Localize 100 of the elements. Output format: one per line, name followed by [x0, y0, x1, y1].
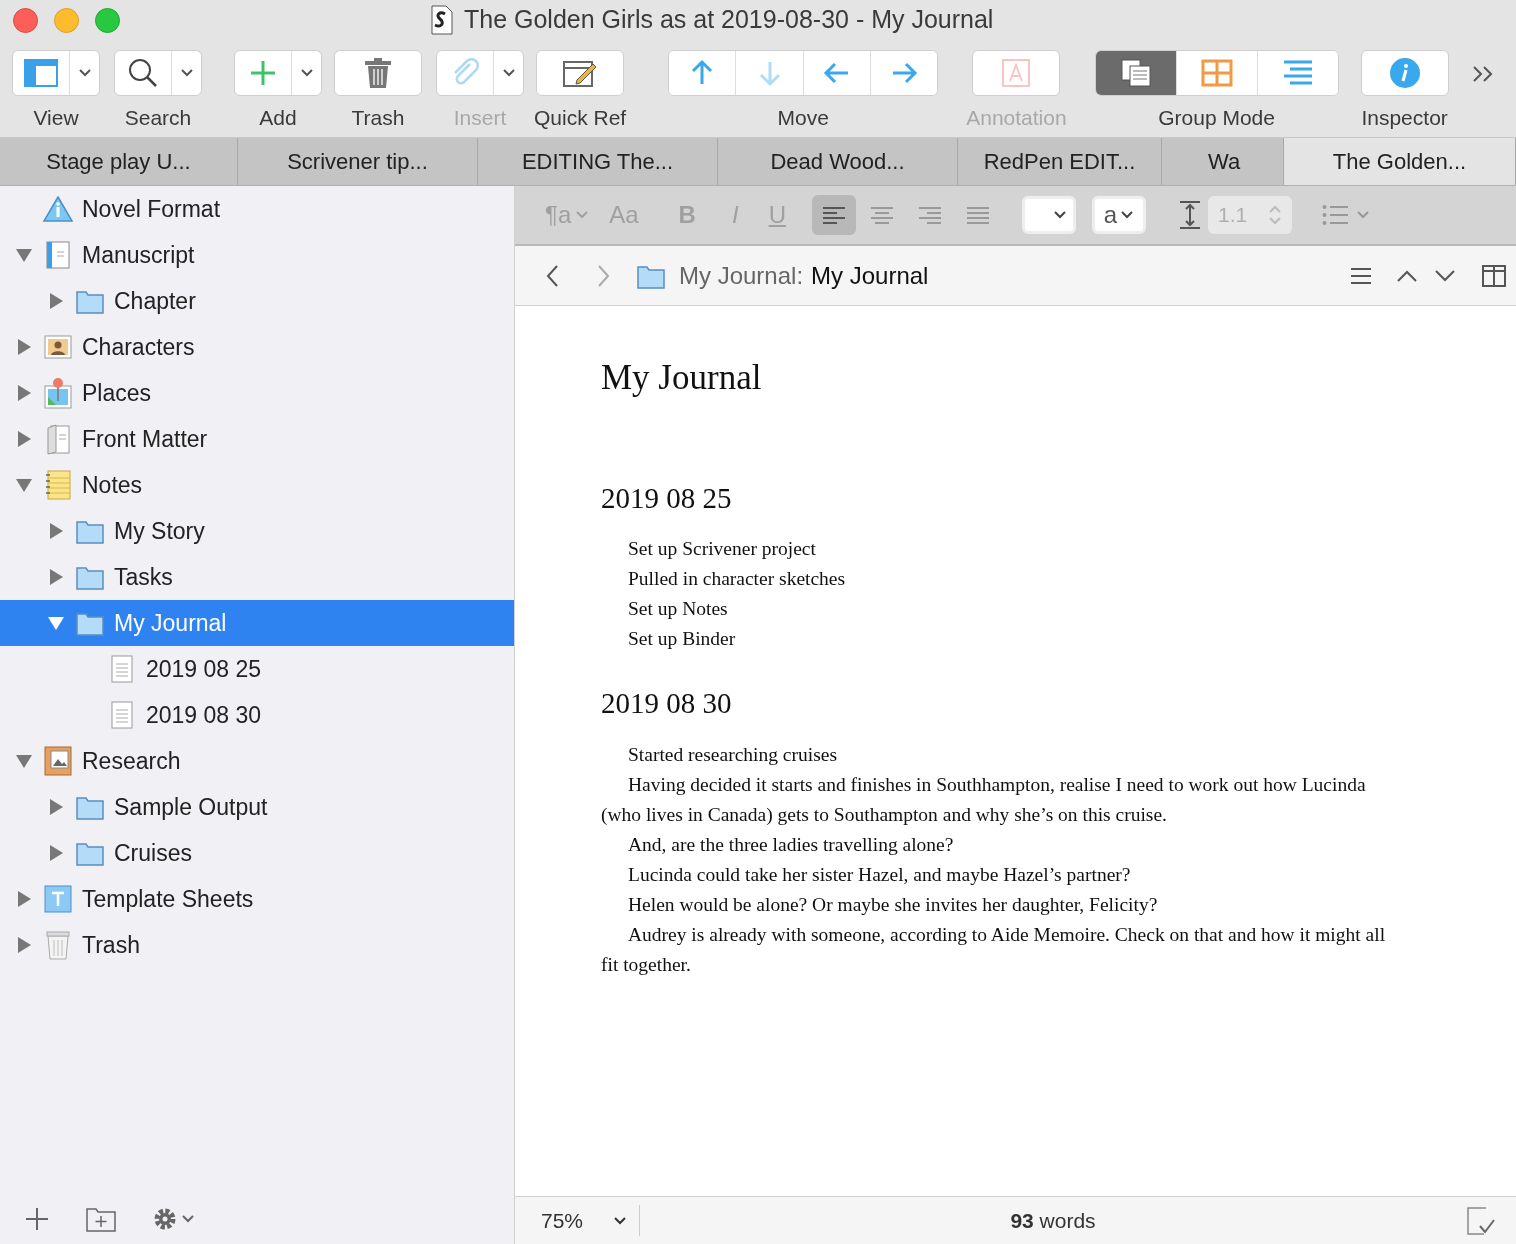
document-tab[interactable]: Dead Wood... — [718, 138, 958, 185]
alignment-button[interactable] — [811, 195, 856, 235]
toolbar-button[interactable] — [536, 50, 625, 96]
toolbar-label: View — [33, 105, 79, 131]
document-tab[interactable]: Wa — [1162, 138, 1284, 185]
paragraph: Audrey is already with someone, according to Aide Memoire. Check on that and how it might all fit together. — [601, 922, 1387, 977]
binder-row[interactable]: Places — [0, 370, 514, 416]
toolbar-label: Quick Ref — [534, 105, 627, 131]
chevron-down-icon — [1052, 210, 1067, 220]
list-icon — [1321, 204, 1348, 226]
triangle-right-icon[interactable] — [47, 798, 65, 816]
zoom-button[interactable] — [95, 7, 120, 33]
binder-row[interactable]: Template Sheets — [0, 876, 514, 922]
binder-row[interactable]: Research — [0, 738, 514, 784]
paragraph: Lucinda could take her sister Hazel, and maybe Hazel’s partner? — [627, 862, 1132, 887]
folder-icon — [76, 564, 104, 590]
edit-note-icon — [563, 58, 598, 88]
document-tab[interactable]: The Golden... — [1284, 138, 1516, 185]
person-card-icon — [44, 335, 72, 359]
window-title: The Golden Girls as at 2019-08-30 - My Journal — [464, 4, 994, 36]
binder-label: 2019 08 25 — [146, 654, 262, 684]
paragraph: Set up Binder — [627, 627, 737, 651]
binder-label: Research — [82, 746, 181, 776]
triangle-right-icon[interactable] — [47, 568, 65, 586]
binder-row[interactable]: 2019 08 30 — [0, 692, 514, 738]
close-button[interactable] — [13, 7, 38, 33]
binder-row[interactable]: Characters — [0, 324, 514, 370]
color-dropdown[interactable] — [1021, 196, 1076, 234]
document-icon — [111, 701, 133, 729]
outline-icon — [1281, 59, 1314, 87]
toolbar-button[interactable] — [334, 50, 422, 96]
folder-icon — [76, 518, 104, 544]
target-check-icon[interactable] — [1466, 1205, 1496, 1236]
section-heading: 2019 08 25 — [601, 480, 733, 516]
binder-row[interactable]: 2019 08 25 — [0, 646, 514, 692]
binder-row[interactable]: Sample Output — [0, 784, 514, 830]
binder-row[interactable]: My Story — [0, 508, 514, 554]
triangle-right-icon[interactable] — [15, 338, 33, 356]
manuscript-icon — [46, 241, 70, 269]
triangle-down-icon[interactable] — [15, 246, 33, 264]
add-folder-icon[interactable] — [86, 1206, 116, 1232]
paragraph: Set up Notes — [627, 597, 729, 621]
binder-row[interactable]: Manuscript — [0, 232, 514, 278]
toolbar-segment[interactable] — [1095, 51, 1177, 95]
toolbar-label: Insert — [453, 105, 507, 131]
chevron-up-icon[interactable] — [1396, 268, 1418, 283]
triangle-right-icon[interactable] — [47, 844, 65, 862]
layout-icon — [24, 59, 58, 87]
triangle-right-icon[interactable] — [15, 890, 33, 908]
folder-icon — [76, 794, 104, 820]
binder-label: My Journal — [114, 608, 227, 638]
binder-row[interactable]: Trash — [0, 922, 514, 968]
document-tab[interactable]: Scrivener tip... — [238, 138, 478, 185]
triangle-down-icon[interactable] — [15, 476, 33, 494]
triangle-right-icon[interactable] — [15, 936, 33, 954]
triangle-right-icon[interactable] — [15, 384, 33, 402]
search-icon — [128, 58, 158, 88]
documents-icon — [1119, 58, 1152, 88]
triangle-down-icon[interactable] — [15, 752, 33, 770]
overflow-chevrons-icon[interactable] — [1470, 64, 1495, 84]
document-tab[interactable]: Stage play U... — [0, 138, 238, 185]
plus-icon — [250, 60, 276, 86]
binder-row[interactable]: Novel Format — [0, 186, 514, 232]
align-right-icon — [916, 204, 943, 226]
binder-row[interactable]: Front Matter — [0, 416, 514, 462]
binder-label: My Story — [114, 516, 205, 546]
triangle-right-icon[interactable] — [15, 430, 33, 448]
triangle-right-icon[interactable] — [47, 292, 65, 310]
chevron-down-icon — [501, 68, 516, 78]
toolbar-segment[interactable] — [669, 51, 737, 95]
binder-row[interactable]: Chapter — [0, 278, 514, 324]
document-tab[interactable]: RedPen EDIT... — [958, 138, 1162, 185]
binder-row[interactable]: Tasks — [0, 554, 514, 600]
binder-row[interactable]: Notes — [0, 462, 514, 508]
split-view-icon[interactable] — [1482, 264, 1506, 287]
triangle-right-icon[interactable] — [47, 522, 65, 540]
chevron-down-icon — [613, 1215, 628, 1226]
highlight-dropdown[interactable]: a — [1091, 196, 1146, 234]
document-tab[interactable]: EDITING The... — [478, 138, 718, 185]
chevron-down-icon — [1120, 210, 1135, 220]
chevron-down-icon — [575, 210, 590, 220]
chevron-down-icon[interactable] — [1434, 268, 1456, 283]
breadcrumb-path: My Journal: — [679, 260, 804, 291]
align-center-icon — [868, 204, 895, 226]
binder-row[interactable]: Cruises — [0, 830, 514, 876]
word-count: 93 words — [1010, 1207, 1096, 1234]
binder-label: Characters — [82, 332, 195, 362]
align-left-icon — [820, 204, 847, 226]
menu-icon[interactable] — [1350, 266, 1372, 285]
toolbar-label: Group Mode — [1158, 105, 1275, 131]
chevron-down-icon — [1355, 210, 1370, 220]
binder-label: Trash — [82, 930, 140, 960]
settings-icon[interactable] — [152, 1206, 178, 1232]
triangle-down-icon[interactable] — [47, 614, 65, 632]
plus-icon[interactable] — [24, 1206, 50, 1232]
binder-row[interactable]: My Journal — [0, 600, 514, 646]
toolbar-button[interactable] — [114, 50, 202, 96]
template-icon — [44, 885, 72, 913]
book-picture-icon — [44, 746, 72, 776]
zoom-dropdown[interactable]: 75% — [541, 1204, 641, 1237]
